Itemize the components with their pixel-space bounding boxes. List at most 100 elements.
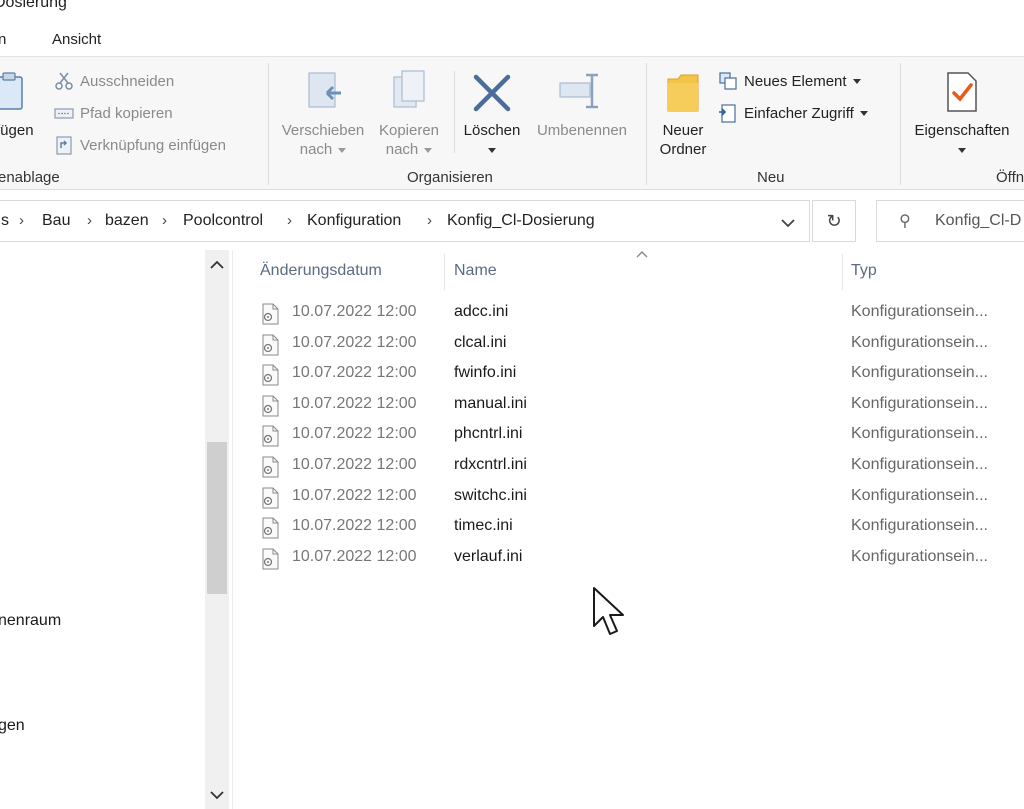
address-bar[interactable]: s › Bau › bazen › Poolcontrol › Konfigur…	[0, 200, 810, 242]
scroll-thumb[interactable]	[207, 442, 227, 594]
paste-shortcut-button[interactable]: Verknüpfung einfügen	[54, 134, 226, 156]
file-date: 10.07.2022 12:00	[292, 487, 417, 504]
new-folder-label[interactable]: Neuer Ordner	[650, 121, 716, 159]
column-divider[interactable]	[444, 254, 445, 290]
file-name[interactable]: fwinfo.ini	[454, 364, 516, 382]
copy-to-icon[interactable]	[390, 69, 430, 113]
breadcrumb-separator-icon[interactable]: ›	[287, 212, 292, 229]
file-date: 10.07.2022 12:00	[292, 517, 417, 534]
easy-access-button[interactable]: Einfacher Zugriff	[718, 102, 868, 124]
file-row[interactable]: 10.07.2022 12:00 switchc.ini Konfiguration…	[256, 482, 1024, 512]
file-type: Konfigurationsein...	[851, 487, 988, 504]
properties-button-label[interactable]: Eigenschaften	[906, 121, 1018, 159]
search-input[interactable]: ⚲ Konfig_Cl-D	[876, 200, 1024, 242]
config-file-icon	[260, 456, 280, 478]
rename-icon[interactable]	[558, 71, 602, 111]
breadcrumb-item[interactable]: s	[1, 212, 9, 230]
chevron-down-icon	[424, 147, 433, 153]
delete-button-label[interactable]: Löschen	[458, 121, 526, 159]
new-item-button[interactable]: Neues Element	[718, 70, 861, 92]
file-date: 10.07.2022 12:00	[292, 395, 417, 412]
paste-icon[interactable]	[0, 71, 26, 111]
title-bar: Dosierung	[0, 0, 1024, 22]
file-date: 10.07.2022 12:00	[292, 548, 417, 565]
column-header-type[interactable]: Typ	[851, 262, 877, 280]
file-date: 10.07.2022 12:00	[292, 364, 417, 381]
nav-item[interactable]: nenraum	[0, 612, 61, 630]
chevron-down-icon	[958, 147, 966, 153]
file-row[interactable]: 10.07.2022 12:00 clcal.ini Konfigurationse…	[256, 329, 1024, 359]
breadcrumb-current[interactable]: Konfig_Cl-Dosierung	[447, 212, 595, 230]
properties-icon[interactable]	[944, 71, 980, 113]
breadcrumb-item[interactable]: bazen	[105, 212, 149, 230]
column-header-name[interactable]: Name	[454, 262, 497, 280]
config-file-icon	[260, 517, 280, 539]
file-date: 10.07.2022 12:00	[292, 425, 417, 442]
file-name[interactable]: manual.ini	[454, 395, 527, 413]
breadcrumb-item[interactable]: Poolcontrol	[183, 212, 263, 230]
file-row[interactable]: 10.07.2022 12:00 phcntrl.ini Konfiguration…	[256, 420, 1024, 450]
file-name[interactable]: timec.ini	[454, 517, 513, 535]
cut-label: Ausschneiden	[80, 72, 175, 90]
paste-shortcut-label: Verknüpfung einfügen	[80, 136, 226, 154]
file-name[interactable]: phcntrl.ini	[454, 425, 522, 443]
easy-access-label: Einfacher Zugriff	[744, 104, 854, 122]
chevron-down-icon	[338, 147, 347, 153]
file-type: Konfigurationsein...	[851, 517, 988, 534]
chevron-down-icon[interactable]	[781, 215, 795, 231]
copy-path-label: Pfad kopieren	[80, 104, 173, 122]
file-name[interactable]: clcal.ini	[454, 334, 506, 352]
file-name[interactable]: adcc.ini	[454, 303, 508, 321]
file-row[interactable]: 10.07.2022 12:00 rdxcntrl.ini Konfiguratio…	[256, 451, 1024, 481]
rename-button-label[interactable]: Umbenennen	[530, 121, 634, 140]
config-file-icon	[260, 487, 280, 509]
file-type: Konfigurationsein...	[851, 456, 988, 473]
file-name[interactable]: switchc.ini	[454, 487, 527, 505]
group-divider	[900, 63, 901, 185]
sort-ascending-icon	[636, 247, 648, 261]
file-row[interactable]: 10.07.2022 12:00 timec.ini Konfigurationse…	[256, 512, 1024, 542]
file-name[interactable]: rdxcntrl.ini	[454, 456, 527, 474]
column-divider[interactable]	[842, 254, 843, 290]
paste-button-label[interactable]: fügen	[0, 121, 34, 140]
file-name[interactable]: verlauf.ini	[454, 548, 522, 566]
breadcrumb-separator-icon[interactable]: ›	[19, 212, 24, 229]
file-type: Konfigurationsein...	[851, 334, 988, 351]
new-group-label: Neu	[757, 169, 785, 186]
breadcrumb-separator-icon[interactable]: ›	[427, 212, 432, 229]
refresh-button[interactable]: ↻	[812, 200, 856, 242]
nav-scrollbar[interactable]	[205, 250, 229, 809]
move-to-label[interactable]: Verschieben nach	[277, 121, 369, 159]
refresh-icon: ↻	[826, 210, 842, 231]
tab-view[interactable]: Ansicht	[52, 31, 101, 48]
file-row[interactable]: 10.07.2022 12:00 fwinfo.ini Konfigurations…	[256, 359, 1024, 389]
delete-icon[interactable]	[472, 73, 512, 113]
scissors-icon	[54, 71, 74, 91]
cut-button[interactable]: Ausschneiden	[54, 70, 174, 92]
address-row: s › Bau › bazen › Poolcontrol › Konfigur…	[0, 190, 1024, 250]
file-date: 10.07.2022 12:00	[292, 303, 417, 320]
file-type: Konfigurationsein...	[851, 303, 988, 320]
breadcrumb-separator-icon[interactable]: ›	[87, 212, 92, 229]
breadcrumb-item[interactable]: Konfiguration	[307, 212, 401, 230]
breadcrumb-item[interactable]: Bau	[42, 212, 70, 230]
file-row[interactable]: 10.07.2022 12:00 adcc.ini Konfigurationsei…	[256, 298, 1024, 328]
chevron-down-icon	[859, 110, 868, 116]
move-to-icon[interactable]	[305, 69, 345, 113]
copy-path-button[interactable]: Pfad kopieren	[54, 102, 173, 124]
clipboard-group-label: enablage	[0, 169, 60, 186]
search-placeholder: Konfig_Cl-D	[935, 212, 1022, 229]
file-row[interactable]: 10.07.2022 12:00 verlauf.ini Konfiguration…	[256, 543, 1024, 573]
chevron-down-icon[interactable]	[209, 788, 225, 804]
mouse-cursor-icon	[592, 586, 628, 643]
copy-to-label[interactable]: Kopieren nach	[372, 121, 446, 159]
pane-divider	[232, 250, 233, 809]
new-folder-icon[interactable]	[666, 73, 700, 113]
chevron-up-icon[interactable]	[209, 258, 225, 274]
file-row[interactable]: 10.07.2022 12:00 manual.ini Konfigurations…	[256, 390, 1024, 420]
config-file-icon	[260, 395, 280, 417]
nav-item[interactable]: gen	[0, 717, 25, 735]
tab-start[interactable]: n	[0, 31, 6, 48]
breadcrumb-separator-icon[interactable]: ›	[162, 212, 167, 229]
column-header-date[interactable]: Änderungsdatum	[260, 262, 382, 280]
